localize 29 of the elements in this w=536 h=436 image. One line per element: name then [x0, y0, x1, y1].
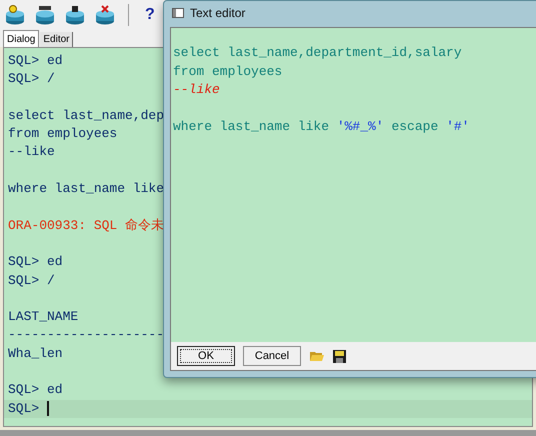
- console-line: where last_name like: [7, 180, 164, 198]
- window-icon: [172, 8, 184, 18]
- console-line: --like: [7, 143, 55, 162]
- cancel-button[interactable]: Cancel: [243, 346, 301, 366]
- console-line: SQL> ed: [7, 253, 63, 272]
- help-button[interactable]: ?: [141, 3, 159, 27]
- console-line: SQL> ed: [7, 52, 63, 70]
- editor-text-area[interactable]: select last_name,department_id,salary from employees --like where last_name like '%#_%' escape '#': [171, 28, 536, 342]
- ok-button[interactable]: OK: [177, 346, 235, 366]
- database-icon[interactable]: [64, 4, 86, 26]
- console-line: SQL> /: [7, 272, 55, 290]
- console-line: Wha_len: [7, 344, 63, 363]
- console-line: from employees: [7, 125, 118, 144]
- error-message: ORA-00933: SQL 命令未: [7, 216, 164, 235]
- text-cursor: [47, 401, 50, 416]
- database-icon[interactable]: [34, 4, 56, 26]
- console-line: --------------------: [7, 326, 164, 344]
- code-line: --like: [173, 81, 220, 99]
- code-line: where last_name like '%#_%' escape '#': [173, 118, 470, 136]
- console-line: LAST_NAME: [7, 308, 78, 326]
- code-line: select last_name,department_id,salary: [173, 44, 462, 62]
- window-title: Text editor: [190, 5, 246, 22]
- code-line: from employees: [173, 62, 282, 80]
- console-line: select last_name,dep: [7, 106, 164, 125]
- console-line: SQL> ed: [7, 381, 63, 400]
- save-icon[interactable]: [333, 350, 346, 362]
- console-line: SQL> /: [7, 70, 55, 88]
- tab[interactable]: Editor: [40, 32, 74, 47]
- tab[interactable]: Dialog: [3, 30, 40, 47]
